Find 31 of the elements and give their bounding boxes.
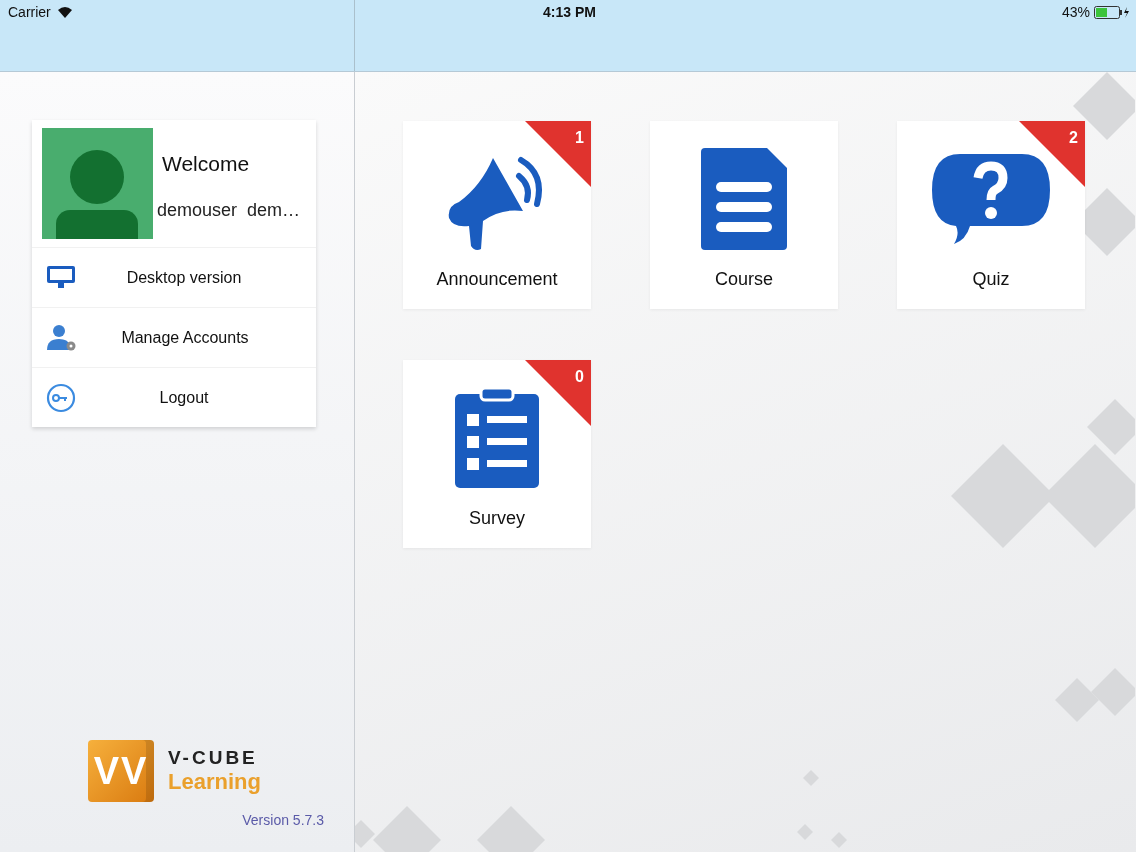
menu-item[interactable]: Logout xyxy=(32,367,316,427)
module-tile[interactable]: Quiz 2 xyxy=(897,121,1085,309)
user-gear-icon xyxy=(46,323,78,352)
menu-item[interactable]: Manage Accounts xyxy=(32,307,316,367)
module-tile[interactable]: Announcement 1 xyxy=(403,121,591,309)
product-name: Learning xyxy=(168,769,261,795)
tile-label: Announcement xyxy=(436,269,558,290)
module-tile[interactable]: Survey 0 xyxy=(403,360,591,548)
welcome-label: Welcome xyxy=(161,152,251,176)
user-name: demouser dem… xyxy=(157,200,301,221)
tile-label: Quiz xyxy=(972,269,1010,290)
key-circle-icon xyxy=(46,382,76,413)
brand-name: V-CUBE xyxy=(168,747,259,769)
question-bubble-icon xyxy=(930,152,1052,246)
document-icon xyxy=(699,146,789,252)
menu-item[interactable]: Desktop version xyxy=(32,247,316,307)
count-number: 1 xyxy=(575,129,584,147)
clipboard-list-icon xyxy=(453,386,541,490)
version-label: Version 5.7.3 xyxy=(242,812,324,828)
wifi-icon xyxy=(56,6,73,18)
monitor-icon xyxy=(46,264,76,291)
tile-label: Survey xyxy=(469,508,525,529)
battery-percent: 43% xyxy=(1061,4,1090,20)
module-tile[interactable]: Course xyxy=(650,121,838,309)
count-number: 0 xyxy=(575,368,584,386)
logo-cube: VV xyxy=(88,740,154,802)
tile-label: Course xyxy=(715,269,773,290)
battery-charging-icon xyxy=(1094,5,1130,19)
count-number: 2 xyxy=(1069,129,1078,147)
carrier-label: Carrier xyxy=(8,4,51,20)
clock-label: 4:13 PM xyxy=(542,4,596,20)
